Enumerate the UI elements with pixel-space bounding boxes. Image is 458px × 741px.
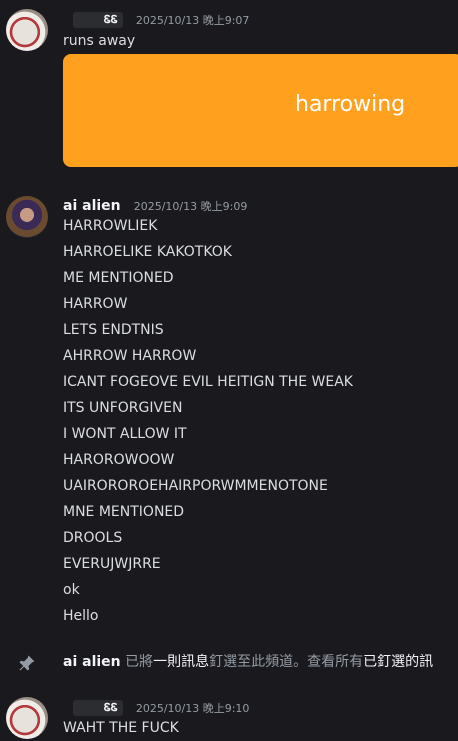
message-line: ME MENTIONED	[63, 270, 174, 286]
system-pin-message: ai alien 已將一則訊息釘選至此頻道。查看所有已釘選的訊	[63, 650, 433, 674]
timestamp: 2025/10/13 晚上9:09	[133, 200, 248, 213]
embed-card[interactable]: harrowing	[63, 54, 458, 167]
username[interactable]: ai alien	[63, 198, 121, 214]
user-tag[interactable]: ᏋᏋ	[73, 699, 123, 716]
message-header: ai alien 2025/10/13 晚上9:09	[63, 196, 247, 214]
message-line: I WONT ALLOW IT	[63, 426, 187, 442]
message-line: AHRROW HARROW	[63, 348, 197, 364]
message-line: HARROWLIEK	[63, 218, 158, 234]
avatar[interactable]	[6, 697, 48, 739]
user-tag[interactable]: ᏋᏋ	[73, 11, 123, 28]
avatar[interactable]	[6, 9, 48, 51]
avatar[interactable]	[6, 196, 48, 238]
message-line: MNE MENTIONED	[63, 504, 185, 520]
message-header: ᏋᏋ 2025/10/13 晚上9:07	[63, 10, 249, 28]
message-text: runs away	[63, 33, 136, 49]
system-text-pre: 已將	[125, 654, 154, 670]
timestamp: 2025/10/13 晚上9:07	[135, 14, 250, 27]
timestamp: 2025/10/13 晚上9:10	[135, 702, 250, 715]
embed-title: harrowing	[295, 92, 406, 117]
message-line: EVERUJWJRRE	[63, 556, 161, 572]
message-line: ITS UNFORGIVEN	[63, 400, 183, 416]
system-actor[interactable]: ai alien	[63, 654, 121, 670]
message-line: ICANT FOGEOVE EVIL HEITIGN THE WEAK	[63, 374, 353, 390]
message-line: DROOLS	[63, 530, 123, 546]
system-text-mid: 釘選至此頻道。查看所有	[209, 654, 364, 670]
message-header: ᏋᏋ 2025/10/13 晚上9:10	[63, 698, 249, 716]
message-line: UAIROROROEHAIRPORWMMENOTONE	[63, 478, 328, 494]
pin-icon	[19, 655, 35, 671]
message-line: ok	[63, 582, 80, 598]
pinned-message-link[interactable]: 一則訊息	[153, 654, 209, 670]
message-line: Hello	[63, 608, 99, 624]
view-pinned-link[interactable]: 已釘選的訊	[363, 654, 433, 670]
message-line: LETS ENDTNIS	[63, 322, 164, 338]
message-text: WAHT THE FUCK	[63, 720, 179, 736]
message-line: HARROW	[63, 296, 128, 312]
message-line: HARROELIKE KAKOTKOK	[63, 244, 232, 260]
message-line: HAROROWOOW	[63, 452, 175, 468]
